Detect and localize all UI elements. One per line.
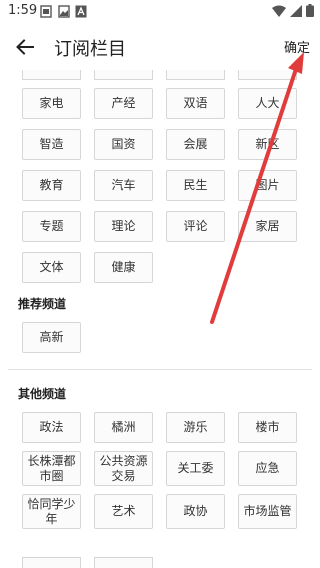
other-tag[interactable]: 恰同学少年 <box>22 494 81 529</box>
subscribed-tag[interactable]: 健康 <box>94 252 153 283</box>
other-tag[interactable]: 应急 <box>238 451 297 486</box>
subscribed-tag[interactable]: 家居 <box>238 211 297 242</box>
page-title: 订阅栏目 <box>54 39 126 60</box>
app-bar: 订阅栏目 确定 <box>0 24 320 70</box>
subscribed-tag[interactable]: 专题 <box>22 211 81 242</box>
subscribed-tag[interactable]: 民生 <box>166 170 225 201</box>
other-section-title: 其他频道 <box>18 387 67 401</box>
subscribed-tag[interactable]: 双语 <box>166 88 225 119</box>
other-tag[interactable]: 楼市 <box>238 412 297 443</box>
partial-tag <box>238 70 297 80</box>
partial-tag-row-bottom <box>22 557 297 568</box>
recommended-tag[interactable]: 高新 <box>22 322 81 353</box>
subscribed-tag[interactable]: 评论 <box>166 211 225 242</box>
status-time: 1:59 <box>8 3 38 18</box>
subscribed-tag[interactable]: 国资 <box>94 129 153 160</box>
other-tag[interactable]: 政法 <box>22 412 81 443</box>
signal-icon <box>290 4 302 17</box>
recommended-section-title: 推荐频道 <box>18 297 67 311</box>
partial-tag <box>22 70 81 80</box>
partial-tag <box>22 557 81 568</box>
subscribed-tag[interactable]: 图片 <box>238 170 297 201</box>
other-tag[interactable]: 艺术 <box>94 494 153 529</box>
status-right-icons <box>272 4 314 17</box>
subscribed-tag[interactable]: 汽车 <box>94 170 153 201</box>
other-tag[interactable]: 关工委 <box>166 451 225 486</box>
subscribed-tag[interactable]: 产经 <box>94 88 153 119</box>
confirm-button[interactable]: 确定 <box>284 37 310 56</box>
wifi-icon <box>272 5 286 17</box>
subscribed-tag[interactable]: 文体 <box>22 252 81 283</box>
subscribed-tag[interactable]: 家电 <box>22 88 81 119</box>
image-icon <box>58 5 70 18</box>
other-tag[interactable]: 长株潭都市圈 <box>22 451 81 486</box>
subscribed-tag[interactable]: 理论 <box>94 211 153 242</box>
subscribed-tag-grid: 家电 产经 双语 人大 智造 国资 会展 新区 教育 汽车 民生 图片 专题 理… <box>22 88 297 283</box>
status-bar: 1:59 <box>0 0 320 24</box>
other-tag[interactable]: 游乐 <box>166 412 225 443</box>
other-tag-grid: 政法 橘洲 游乐 楼市 长株潭都市圈 公共资源交易 关工委 应急 恰同学少年 艺… <box>22 412 297 529</box>
section-divider <box>8 369 312 370</box>
other-tag[interactable]: 橘洲 <box>94 412 153 443</box>
subscribed-tag[interactable]: 教育 <box>22 170 81 201</box>
subscribed-tag[interactable]: 人大 <box>238 88 297 119</box>
subscribed-tag[interactable]: 智造 <box>22 129 81 160</box>
partial-tag <box>166 70 225 80</box>
back-arrow-icon[interactable] <box>14 36 36 58</box>
partial-tag <box>94 557 153 568</box>
battery-icon <box>306 4 314 17</box>
notification-icon <box>40 5 52 18</box>
other-tag[interactable]: 市场监管 <box>238 494 297 529</box>
partial-tag <box>94 70 153 80</box>
recommended-tag-grid: 高新 <box>22 322 297 353</box>
other-tag[interactable]: 公共资源交易 <box>94 451 153 486</box>
other-tag[interactable]: 政协 <box>166 494 225 529</box>
partial-tag-row <box>22 70 297 80</box>
channel-content[interactable]: 家电 产经 双语 人大 智造 国资 会展 新区 教育 汽车 民生 图片 专题 理… <box>0 70 320 568</box>
subscribed-tag[interactable]: 会展 <box>166 129 225 160</box>
font-icon <box>75 5 87 18</box>
subscribed-tag[interactable]: 新区 <box>238 129 297 160</box>
